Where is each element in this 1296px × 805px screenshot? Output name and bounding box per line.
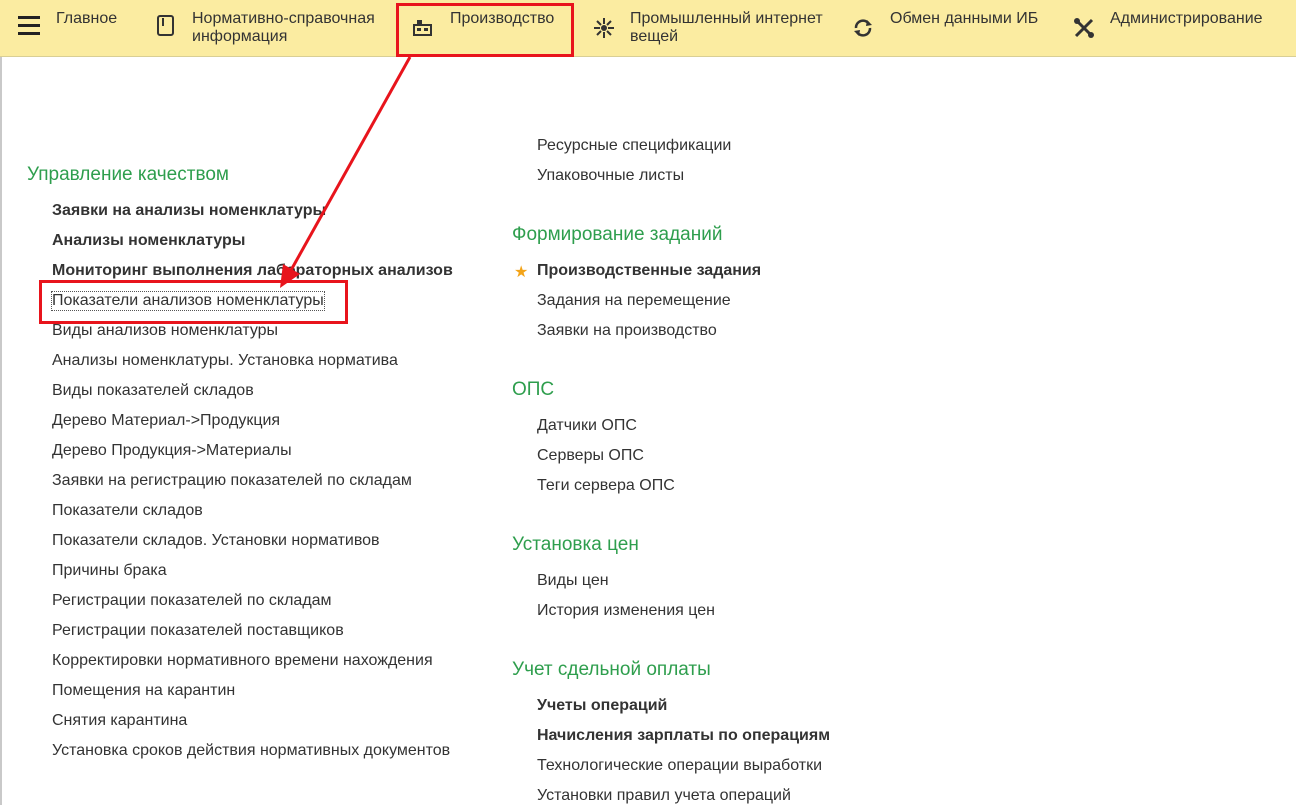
nav-production[interactable]: Производство bbox=[410, 8, 570, 48]
link-warehouse-indicators[interactable]: Показатели складов bbox=[52, 502, 203, 520]
factory-icon bbox=[413, 20, 432, 36]
nav-main[interactable]: Главное bbox=[56, 8, 136, 48]
link-quarantine-placements[interactable]: Помещения на карантин bbox=[52, 682, 235, 700]
link-ops-sensors[interactable]: Датчики ОПС bbox=[537, 417, 637, 435]
link-normative-doc-validity[interactable]: Установка сроков действия нормативных до… bbox=[52, 742, 450, 760]
link-warehouse-indicator-types[interactable]: Виды показателей складов bbox=[52, 382, 254, 400]
section-title-piecework: Учет сдельной оплаты bbox=[512, 659, 711, 680]
nav-administration-label: Администрирование bbox=[1110, 10, 1263, 27]
link-normative-time-adjustments[interactable]: Корректировки нормативного времени нахож… bbox=[52, 652, 433, 670]
link-quarantine-removals[interactable]: Снятия карантина bbox=[52, 712, 187, 730]
nav-reference-info-label: Нормативно-справочная информация bbox=[192, 10, 375, 45]
section-title-ops: ОПС bbox=[512, 379, 555, 400]
section-title-quality: Управление качеством bbox=[27, 164, 229, 185]
nav-iot[interactable]: Промышленный интернет вещей bbox=[590, 8, 830, 48]
top-nav-bar: Главное Нормативно-справочная информация… bbox=[0, 0, 1296, 57]
nav-data-exchange-label: Обмен данными ИБ bbox=[890, 10, 1039, 27]
nav-administration[interactable]: Администрирование bbox=[1072, 8, 1272, 48]
link-transfer-tasks[interactable]: Задания на перемещение bbox=[537, 292, 731, 310]
link-production-tasks[interactable]: Производственные задания bbox=[537, 262, 761, 280]
nav-main-label: Главное bbox=[56, 10, 118, 27]
iot-icon bbox=[594, 18, 614, 38]
nav-reference-info[interactable]: Нормативно-справочная информация bbox=[154, 8, 384, 48]
section-title-tasks: Формирование заданий bbox=[512, 224, 723, 245]
book-icon bbox=[157, 15, 174, 36]
link-tech-output-operations[interactable]: Технологические операции выработки bbox=[537, 757, 822, 775]
link-operation-records[interactable]: Учеты операций bbox=[537, 697, 667, 715]
link-defect-reasons[interactable]: Причины брака bbox=[52, 562, 167, 580]
link-ops-server-tags[interactable]: Теги сервера ОПС bbox=[537, 477, 675, 495]
sync-icon bbox=[854, 19, 872, 37]
link-warehouse-indicator-registrations[interactable]: Регистрации показателей по складам bbox=[52, 592, 332, 610]
link-nomenclature-analyses[interactable]: Анализы номенклатуры bbox=[52, 232, 245, 250]
link-resource-specifications[interactable]: Ресурсные спецификации bbox=[537, 137, 731, 155]
link-packing-lists[interactable]: Упаковочные листы bbox=[537, 167, 684, 185]
nav-production-label: Производство bbox=[450, 10, 555, 27]
link-nomenclature-analysis-requests[interactable]: Заявки на анализы номенклатуры bbox=[52, 202, 326, 220]
link-operation-accounting-rules[interactable]: Установки правил учета операций bbox=[537, 787, 791, 805]
link-price-history[interactable]: История изменения цен bbox=[537, 602, 715, 620]
section-title-prices: Установка цен bbox=[512, 534, 639, 555]
link-price-types[interactable]: Виды цен bbox=[537, 572, 609, 590]
link-product-material-tree[interactable]: Дерево Продукция->Материалы bbox=[52, 442, 292, 460]
link-analysis-norm-setting[interactable]: Анализы номенклатуры. Установка норматив… bbox=[52, 352, 398, 370]
hamburger-icon[interactable] bbox=[18, 16, 40, 36]
link-operation-payroll[interactable]: Начисления зарплаты по операциям bbox=[537, 727, 830, 745]
link-production-requests[interactable]: Заявки на производство bbox=[537, 322, 717, 340]
clipped-previous-row: ,,, bbox=[52, 112, 182, 126]
link-lab-analysis-monitoring[interactable]: Мониторинг выполнения лабораторных анали… bbox=[52, 262, 453, 280]
link-nomenclature-analysis-indicators[interactable]: Показатели анализов номенклатуры bbox=[51, 291, 325, 311]
link-nomenclature-analysis-types[interactable]: Виды анализов номенклатуры bbox=[52, 322, 278, 340]
nav-data-exchange[interactable]: Обмен данными ИБ bbox=[852, 8, 1052, 48]
link-material-product-tree[interactable]: Дерево Материал->Продукция bbox=[52, 412, 280, 430]
link-ops-servers[interactable]: Серверы ОПС bbox=[537, 447, 644, 465]
link-warehouse-indicator-norms[interactable]: Показатели складов. Установки нормативов bbox=[52, 532, 380, 550]
favorite-star-icon[interactable]: ★ bbox=[514, 262, 528, 282]
tools-icon bbox=[1074, 18, 1094, 38]
page-left-border bbox=[0, 57, 2, 805]
link-indicator-registration-requests[interactable]: Заявки на регистрацию показателей по скл… bbox=[52, 472, 412, 490]
link-supplier-indicator-registrations[interactable]: Регистрации показателей поставщиков bbox=[52, 622, 344, 640]
nav-iot-label: Промышленный интернет вещей bbox=[630, 10, 823, 45]
